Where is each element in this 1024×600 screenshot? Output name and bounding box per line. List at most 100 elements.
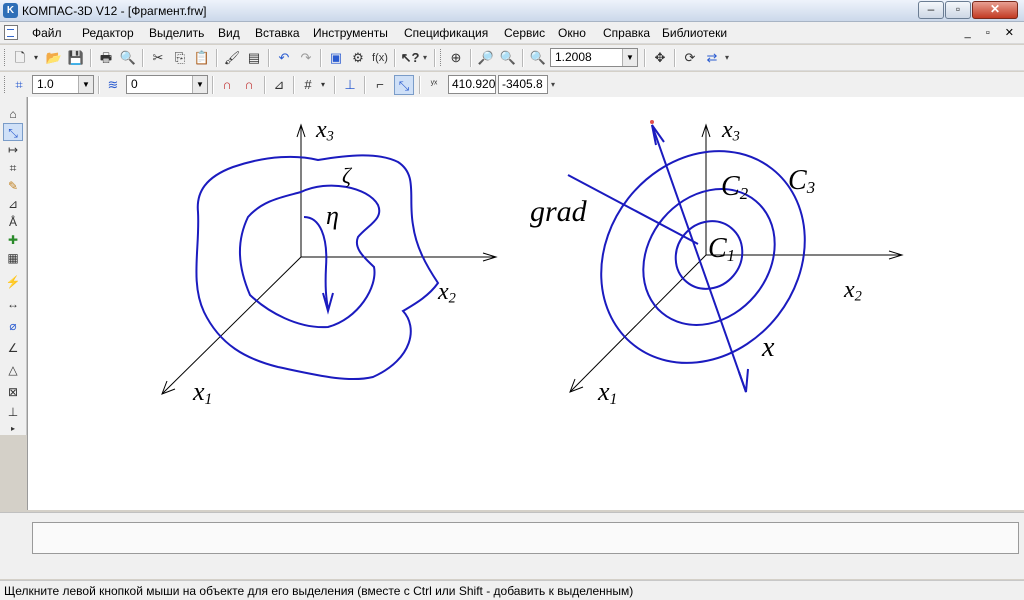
maximize-button[interactable]: ▫ [945,1,971,19]
menu-file[interactable]: Файл [32,26,62,40]
triangle-tool-icon[interactable]: △ [3,361,23,379]
pan-icon[interactable]: ✥ [650,48,670,68]
round-mode-icon[interactable]: ⤡ [394,75,414,95]
designations-icon[interactable]: ⌗ [3,159,23,177]
menu-select[interactable]: Выделить [149,26,204,40]
toolbar-grip[interactable] [4,49,8,66]
new-document-icon[interactable]: 🗋 [10,48,30,68]
separator [434,49,436,67]
regenerate-icon[interactable]: ⇄ [702,48,722,68]
c3-label: C3 [788,165,816,198]
expand-chevron-icon[interactable]: ▸ [3,423,23,435]
zoom-scale-icon[interactable]: 🔍 [528,48,548,68]
menu-bar: Файл Редактор Выделить Вид Вставка Инстр… [0,22,1024,44]
toolbar-chevron-icon[interactable]: ▾ [551,78,559,92]
menu-service[interactable]: Сервис [504,26,545,40]
zoom-window-icon[interactable]: ⊕ [446,48,466,68]
measure-icon[interactable]: Å [3,213,23,231]
format-brush-icon[interactable]: 🖌 [222,48,242,68]
menu-insert[interactable]: Вставка [255,26,300,40]
redo-icon[interactable]: ↷ [296,48,316,68]
eta-label: η [326,201,339,230]
zoom-out-icon[interactable]: 🔎 [476,48,496,68]
help-pointer-icon[interactable]: ↖? [400,48,420,68]
chevron-down-icon[interactable]: ▼ [78,76,93,93]
toolbar-grip[interactable] [440,49,444,66]
diameter-dimension-icon[interactable]: ⌀ [3,317,23,335]
print-icon[interactable]: 🖶 [96,48,116,68]
toolbar-chevron-icon[interactable]: ▾ [423,51,431,65]
auto-line-icon[interactable]: ⚡ [3,273,23,291]
layers-icon[interactable]: ≋ [103,75,123,95]
menu-window[interactable]: Окно [558,26,586,40]
mdi-window-buttons[interactable]: _ ▫ ✕ [965,26,1020,39]
menu-tools[interactable]: Инструменты [313,26,388,40]
zoom-in-icon[interactable]: 🔍 [498,48,518,68]
copy-icon[interactable]: ⎘ [170,48,190,68]
preview-icon[interactable]: 🔍 [118,48,138,68]
document-icon[interactable] [4,25,18,40]
zoom-combo[interactable]: 1.2008 ▼ [550,48,638,67]
angular-dimension-icon[interactable]: ∠ [3,339,23,357]
variables-icon[interactable]: ⚙ [348,48,368,68]
c1-label: C1 [708,233,736,266]
select-filter-icon[interactable]: ✚ [3,231,23,249]
open-folder-icon[interactable]: 📂 [44,48,64,68]
chevron-down-icon[interactable]: ▼ [622,49,637,66]
step-combo[interactable]: 1.0 ▼ [32,75,94,94]
local-cs-icon[interactable]: ⊥ [340,75,360,95]
left-x1-label: x1 [193,377,213,408]
menu-view[interactable]: Вид [218,26,240,40]
horizontal-scrollbar[interactable] [28,557,1019,569]
drawing-svg [161,120,904,395]
parametrization-icon[interactable]: ⊿ [3,195,23,213]
close-button[interactable]: ✕ [972,1,1018,19]
grid-dropdown-icon[interactable]: ▾ [318,75,328,95]
linear-dimension-icon[interactable]: ↔ [3,295,23,313]
grid-icon[interactable]: # [298,75,318,95]
compact-toolbar: ⌂ ⤡ ↦ ⌗ ✎ ⊿ Å ✚ ▦ ⚡ ↔ ⌀ ∠ △ ⊠ ⊥ ▸ [0,97,27,435]
manager-icon[interactable]: ▣ [326,48,346,68]
coord-y-field[interactable]: -3405.8 [498,75,548,94]
chevron-down-icon[interactable]: ▼ [192,76,207,93]
separator [268,49,270,67]
geometry-icon[interactable]: ⌂ [3,105,23,123]
function-icon[interactable]: f(x) [370,48,390,68]
paste-icon[interactable]: 📋 [192,48,212,68]
drawing-canvas[interactable]: x3 x2 x1 ζ η x3 x2 x1 grad C1 C2 C3 x [27,97,1024,510]
toolbar-grip[interactable] [4,76,8,93]
menu-specification[interactable]: Спецификация [404,26,488,40]
layer-combo[interactable]: 0 ▼ [126,75,208,94]
zeta-label: ζ [342,163,351,188]
menu-libraries[interactable]: Библиотеки [662,26,727,40]
separator [212,76,214,94]
local-snap-magnet-icon[interactable]: ∩ [239,75,259,95]
undo-icon[interactable]: ↶ [274,48,294,68]
property-field[interactable] [32,522,1019,554]
menu-edit[interactable]: Редактор [82,26,134,40]
selection-icon[interactable]: ⤡ [3,123,23,141]
edit-icon[interactable]: ✎ [3,177,23,195]
spec-icon[interactable]: ▦ [3,249,23,267]
property-panel [0,512,1024,579]
app-logo-icon: K [3,3,18,18]
menu-help[interactable]: Справка [603,26,650,40]
c2-label: C2 [721,171,749,204]
dimensions-icon[interactable]: ↦ [3,141,23,159]
properties-list-icon[interactable]: ▤ [244,48,264,68]
separator [90,49,92,67]
coord-x-field[interactable]: 410.920 [448,75,496,94]
frame-tool-icon[interactable]: ⊠ [3,383,23,401]
snap-magnet-icon[interactable]: ∩ [217,75,237,95]
ortho-icon[interactable]: ⊿ [269,75,289,95]
direction-bottom-arrowhead-icon [738,368,749,393]
save-icon[interactable]: 💾 [66,48,86,68]
cut-icon[interactable]: ✂ [148,48,168,68]
new-dropdown-icon[interactable]: ▾ [31,48,41,68]
minimize-button[interactable]: – [918,1,944,19]
grid-step-icon[interactable]: ⌗ [9,75,29,95]
toolbar-chevron-icon[interactable]: ▾ [725,51,733,65]
base-tool-icon[interactable]: ⊥ [3,403,23,421]
refresh-icon[interactable]: ⟳ [680,48,700,68]
ortho-mode-icon[interactable]: ⌐ [370,75,390,95]
